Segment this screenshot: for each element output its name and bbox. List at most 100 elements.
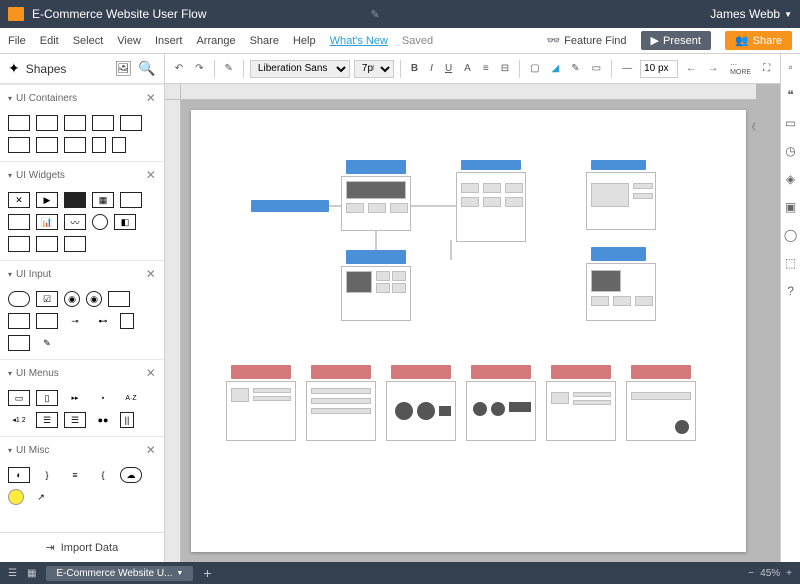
flow-label[interactable] bbox=[231, 365, 291, 379]
zoom-out-button[interactable]: − bbox=[748, 568, 754, 579]
italic-button[interactable]: I bbox=[426, 61, 437, 76]
wireframe-node[interactable] bbox=[341, 176, 411, 231]
shape-dots[interactable]: ●● bbox=[92, 412, 114, 428]
shape-pie[interactable] bbox=[92, 214, 108, 230]
folder-icon[interactable] bbox=[8, 7, 24, 21]
shape-rect[interactable] bbox=[64, 115, 86, 131]
redo-button[interactable]: ↷ bbox=[191, 61, 207, 76]
shape-text[interactable]: ✎ bbox=[36, 335, 58, 351]
flow-label[interactable] bbox=[631, 365, 691, 379]
import-data-button[interactable]: ⇥ Import Data bbox=[0, 532, 164, 562]
shape-chart[interactable]: 📊 bbox=[36, 214, 58, 230]
search-icon[interactable]: 🔍 bbox=[138, 60, 155, 77]
user-menu[interactable]: James Webb ▼ bbox=[710, 7, 792, 21]
section-head-widgets[interactable]: ▾ UI Widgets ✕ bbox=[0, 162, 164, 188]
shape-window[interactable] bbox=[36, 137, 58, 153]
flow-label[interactable] bbox=[311, 365, 371, 379]
shape-lines[interactable]: ≡ bbox=[64, 467, 86, 483]
collapse-panel-icon[interactable]: 《 bbox=[747, 120, 756, 133]
menu-edit[interactable]: Edit bbox=[40, 35, 59, 47]
menu-share[interactable]: Share bbox=[250, 35, 279, 47]
wireframe-node[interactable] bbox=[341, 266, 411, 321]
flow-label[interactable] bbox=[461, 160, 521, 170]
grid-view-icon[interactable]: ▦ bbox=[27, 568, 36, 579]
shape-narrow[interactable] bbox=[92, 137, 106, 153]
shape-item[interactable] bbox=[8, 236, 30, 252]
share-button[interactable]: 👥 Share bbox=[725, 31, 792, 50]
fill-button[interactable]: ▢ bbox=[526, 61, 543, 76]
shape-profile[interactable]: ◧ bbox=[114, 214, 136, 230]
shape-sort[interactable]: A·Z bbox=[120, 390, 142, 406]
wireframe-node[interactable] bbox=[386, 381, 456, 441]
zoom-in-button[interactable]: + bbox=[786, 568, 792, 579]
arrow-end-button[interactable]: → bbox=[704, 61, 722, 76]
menu-arrange[interactable]: Arrange bbox=[196, 35, 235, 47]
shape-menu[interactable]: ▭ bbox=[8, 390, 30, 406]
document-title[interactable]: E-Commerce Website User Flow bbox=[32, 7, 363, 21]
shape-pager[interactable]: ▪ bbox=[92, 390, 114, 406]
shape-cloud[interactable]: ☁ bbox=[120, 467, 142, 483]
shape-rect[interactable] bbox=[120, 115, 142, 131]
document-icon[interactable]: ▫ bbox=[784, 60, 798, 74]
shape-toggle[interactable]: ◐ bbox=[8, 467, 30, 483]
shape-input[interactable] bbox=[8, 335, 30, 351]
section-head-input[interactable]: ▾ UI Input ✕ bbox=[0, 261, 164, 287]
shape-dot[interactable] bbox=[8, 489, 24, 505]
shape-pager[interactable]: ◂1 2 bbox=[8, 412, 30, 428]
underline-button[interactable]: U bbox=[441, 61, 456, 76]
font-select[interactable]: Liberation Sans bbox=[250, 60, 350, 78]
flow-label[interactable] bbox=[591, 247, 646, 261]
close-icon[interactable]: ✕ bbox=[146, 443, 156, 457]
wireframe-node[interactable] bbox=[546, 381, 616, 441]
history-icon[interactable]: ◷ bbox=[784, 144, 798, 158]
image-icon[interactable]: 🖼 bbox=[115, 60, 133, 77]
list-view-icon[interactable]: ☰ bbox=[8, 568, 17, 579]
wireframe-node[interactable] bbox=[586, 263, 656, 321]
shape-menu[interactable]: ▯ bbox=[36, 390, 58, 406]
menu-select[interactable]: Select bbox=[73, 35, 104, 47]
close-icon[interactable]: ✕ bbox=[146, 267, 156, 281]
page-tab[interactable]: E-Commerce Website U... ▼ bbox=[46, 566, 193, 581]
shape-grid[interactable]: ▦ bbox=[92, 192, 114, 208]
wireframe-node[interactable] bbox=[466, 381, 536, 441]
shape-rect[interactable] bbox=[92, 115, 114, 131]
fill-color-button[interactable]: ◢ bbox=[548, 61, 564, 76]
shape-img[interactable]: ✕ bbox=[8, 192, 30, 208]
shape-slider[interactable]: ⊸ bbox=[64, 313, 86, 329]
shape-pager[interactable]: ▸▸ bbox=[64, 390, 86, 406]
ruler-vertical[interactable] bbox=[165, 100, 181, 562]
comment-icon[interactable]: ❝ bbox=[784, 88, 798, 102]
text-color-button[interactable]: A bbox=[460, 61, 475, 76]
wireframe-node[interactable] bbox=[626, 381, 696, 441]
section-head-misc[interactable]: ▾ UI Misc ✕ bbox=[0, 437, 164, 463]
whats-new-link[interactable]: What's New bbox=[330, 35, 388, 47]
shape-item[interactable] bbox=[36, 236, 58, 252]
section-head-menus[interactable]: ▾ UI Menus ✕ bbox=[0, 360, 164, 386]
shape-arrow[interactable]: ↗ bbox=[30, 489, 52, 505]
fullscreen-button[interactable]: ⛶ bbox=[759, 61, 774, 76]
shape-panel[interactable] bbox=[64, 137, 86, 153]
close-icon[interactable]: ✕ bbox=[146, 366, 156, 380]
shape-radio[interactable]: ◉ bbox=[86, 291, 102, 307]
shape-toggle[interactable] bbox=[120, 313, 134, 329]
present-button[interactable]: ▶ Present bbox=[641, 31, 711, 50]
shape-narrow[interactable] bbox=[112, 137, 126, 153]
line-style-button[interactable]: — bbox=[618, 61, 636, 76]
shape-rect[interactable] bbox=[36, 115, 58, 131]
shape-rect[interactable] bbox=[8, 115, 30, 131]
arrow-start-button[interactable]: ← bbox=[682, 61, 700, 76]
master-icon[interactable]: ▣ bbox=[784, 200, 798, 214]
align-button[interactable]: ≡ bbox=[479, 61, 493, 76]
presentation-icon[interactable]: ▭ bbox=[784, 116, 798, 130]
shape-video[interactable]: ▶ bbox=[36, 192, 58, 208]
flow-label[interactable] bbox=[551, 365, 611, 379]
shape-card[interactable] bbox=[120, 192, 142, 208]
more-button[interactable]: ⋯MORE bbox=[726, 59, 755, 78]
shape-button[interactable]: ▭ bbox=[588, 61, 605, 76]
flow-label[interactable] bbox=[471, 365, 531, 379]
canvas[interactable] bbox=[191, 110, 746, 552]
font-size-select[interactable]: 7pt bbox=[354, 60, 394, 78]
shape-bars[interactable]: || bbox=[120, 412, 134, 428]
help-icon[interactable]: ? bbox=[784, 284, 798, 298]
shape-item[interactable] bbox=[64, 236, 86, 252]
